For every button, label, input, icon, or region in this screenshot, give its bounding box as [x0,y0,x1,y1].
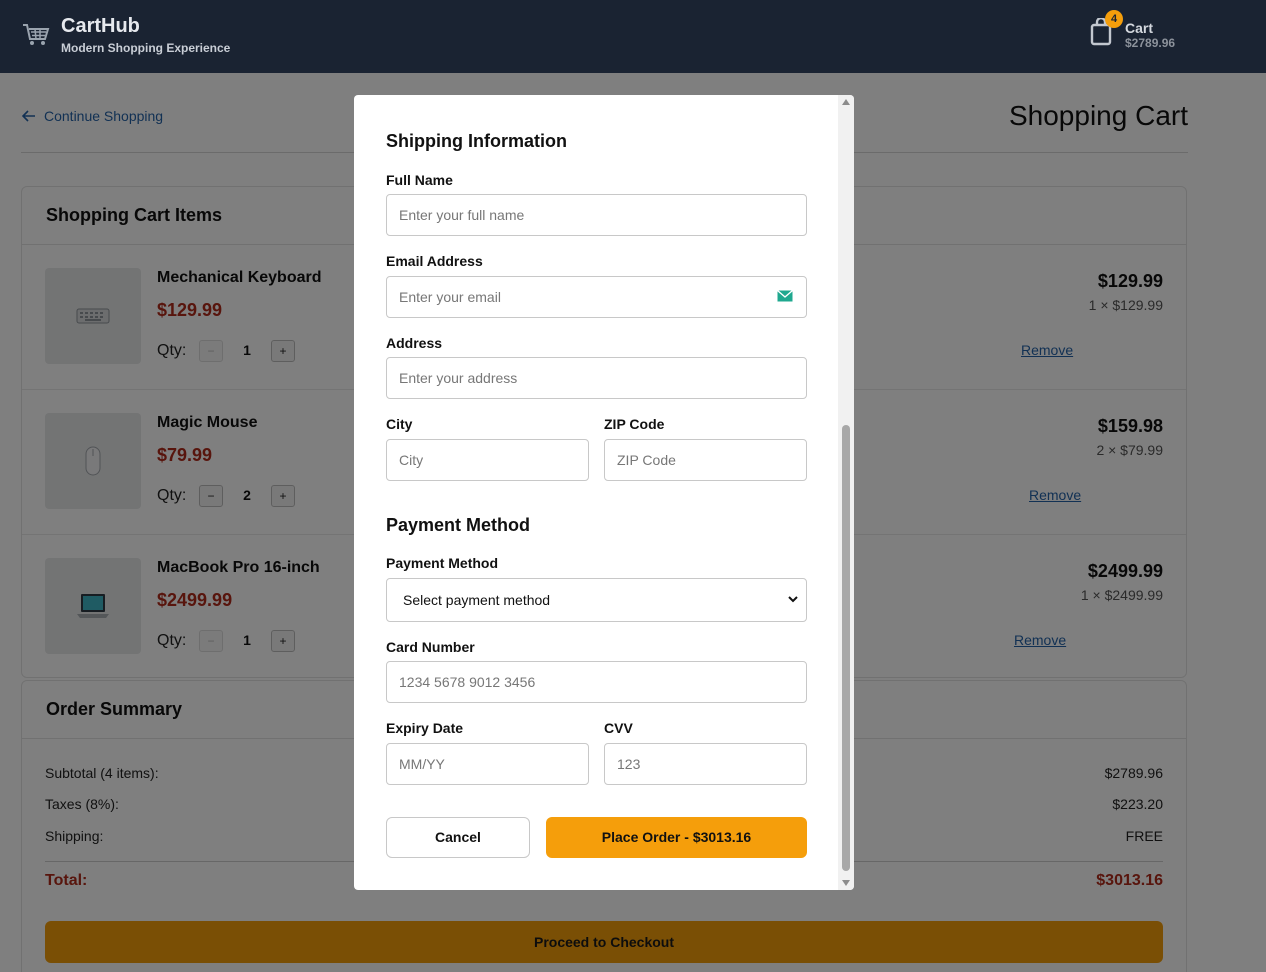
payment-method-label: Payment Method [386,555,499,571]
payment-method-title: Payment Method [386,515,531,535]
header-cart-button[interactable]: 4 Cart $2789.96 [1085,10,1205,60]
payment-method-value: Select payment method [403,592,551,608]
city-input[interactable] [386,439,589,481]
shopping-cart-logo-icon [23,24,50,45]
cvv-input[interactable] [604,743,807,785]
checkout-modal: Shipping Information Full Name Email Add… [354,95,854,890]
cart-total: $2789.96 [1125,36,1176,50]
email-label: Email Address [386,253,483,269]
brand-name: CartHub [61,15,140,37]
card-number-input[interactable] [386,661,807,703]
cart-label: Cart [1125,20,1154,36]
modal-scrollbar[interactable] [838,95,854,890]
cancel-button[interactable]: Cancel [386,817,530,858]
scrollbar-thumb[interactable] [842,425,850,871]
shipping-info-title: Shipping Information [386,131,567,151]
email-field-wrapper [386,276,807,318]
city-label: City [386,416,413,432]
top-navbar: CartHub Modern Shopping Experience 4 Car… [0,0,1266,73]
address-label: Address [386,335,443,351]
scroll-up-arrow-icon[interactable] [842,99,850,105]
scroll-down-arrow-icon[interactable] [842,880,850,886]
full-name-input[interactable] [386,194,807,236]
zip-label: ZIP Code [604,416,665,432]
zip-input[interactable] [604,439,807,481]
card-number-label: Card Number [386,639,475,655]
brand-tagline: Modern Shopping Experience [61,41,231,55]
email-input[interactable] [386,276,807,318]
envelope-icon [777,289,793,302]
place-order-button[interactable]: Place Order - $3013.16 [546,817,807,858]
full-name-label: Full Name [386,172,453,188]
cvv-label: CVV [604,720,633,736]
expiry-input[interactable] [386,743,589,785]
expiry-label: Expiry Date [386,720,464,736]
chevron-down-icon [788,596,798,603]
address-input[interactable] [386,357,807,399]
cart-count-badge: 4 [1105,10,1123,28]
payment-method-select[interactable]: Select payment method [386,578,807,622]
